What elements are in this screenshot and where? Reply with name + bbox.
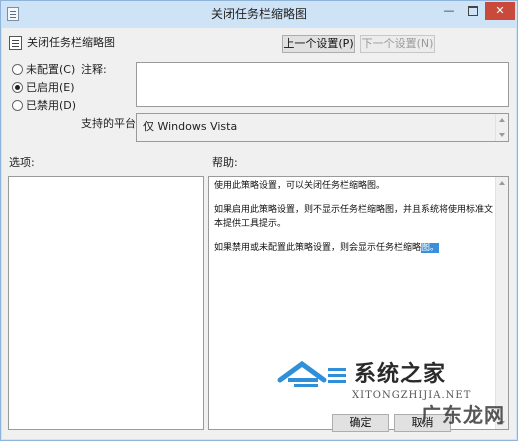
watermark-name: 系统之家	[354, 361, 447, 387]
radio-not-configured-circle[interactable]	[12, 63, 23, 75]
title-bar[interactable]: 关闭任务栏缩略图 — ✕	[1, 1, 517, 28]
help-selected-text: 图。	[421, 243, 440, 253]
watermark-logo-icon	[277, 360, 346, 387]
options-label: 选项:	[9, 156, 35, 169]
minimize-button[interactable]: —	[437, 2, 461, 20]
comment-textarea[interactable]	[136, 62, 509, 107]
dialog-body: 关闭任务栏缩略图 上一个设置(P) 下一个设置(N) 未配置(C) 已启用(E)…	[2, 28, 516, 439]
radio-not-configured[interactable]: 未配置(C)	[12, 62, 75, 78]
radio-disabled-circle[interactable]	[12, 99, 23, 111]
help-paragraph-1: 使用此策略设置，可以关闭任务栏缩略图。	[214, 181, 386, 191]
help-label: 帮助:	[212, 156, 238, 169]
platform-value: 仅 Windows Vista	[143, 120, 238, 133]
radio-not-configured-label: 未配置(C)	[26, 63, 76, 76]
policy-dialog-window: 关闭任务栏缩略图 — ✕ 关闭任务栏缩略图 上一个设置(P) 下一个设置(N) …	[0, 0, 518, 441]
policy-name: 关闭任务栏缩略图	[27, 36, 115, 49]
previous-setting-button[interactable]: 上一个设置(P)	[282, 35, 355, 53]
ok-button[interactable]: 确定	[332, 414, 389, 432]
platform-field: 仅 Windows Vista	[136, 113, 509, 142]
radio-enabled-circle[interactable]	[12, 81, 23, 93]
platform-label: 支持的平台:	[81, 117, 140, 130]
radio-enabled[interactable]: 已启用(E)	[12, 80, 75, 96]
setting-document-icon	[9, 36, 22, 50]
radio-disabled-label: 已禁用(D)	[26, 99, 77, 112]
help-scrollbar[interactable]	[495, 177, 508, 429]
platform-scrollbar[interactable]	[495, 114, 508, 141]
watermark-site: 广东龙网	[421, 403, 505, 427]
options-pane[interactable]	[8, 176, 204, 430]
comment-label: 注释:	[81, 63, 107, 76]
radio-enabled-label: 已启用(E)	[26, 81, 75, 94]
help-text: 使用此策略设置，可以关闭任务栏缩略图。 如果启用此策略设置，则不显示任务栏缩略图…	[214, 179, 494, 265]
close-button[interactable]: ✕	[485, 2, 515, 20]
help-paragraph-3-text: 如果禁用或未配置此策略设置，则会显示任务栏缩略	[214, 243, 422, 253]
radio-disabled[interactable]: 已禁用(D)	[12, 98, 76, 114]
help-paragraph-3: 如果禁用或未配置此策略设置，则会显示任务栏缩略图。	[214, 241, 494, 255]
next-setting-button[interactable]: 下一个设置(N)	[360, 35, 435, 53]
help-paragraph-2: 如果启用此策略设置，则不显示任务栏缩略图，并且系统将使用标准文本提供工具提示。	[214, 205, 494, 229]
maximize-icon	[468, 6, 478, 16]
maximize-button[interactable]	[461, 2, 485, 20]
